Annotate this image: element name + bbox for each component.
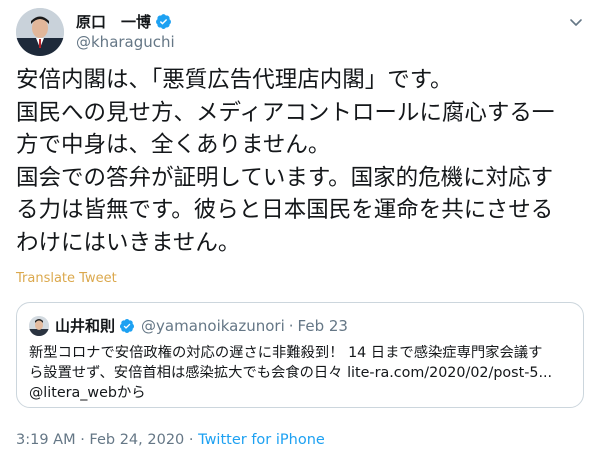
author-avatar[interactable] xyxy=(16,8,64,56)
tweet-text-line: 安倍内閣は、「悪質広告代理店内閣」です。 xyxy=(16,67,453,93)
quoted-tweet[interactable]: 山井和則 @yamanoikazunori · Feb 23 新型コロナで安倍政… xyxy=(16,302,584,408)
quoted-text-line: 新型コロナで安倍政権の対応の遅さに非難殺到！ 14 日まで感染症専門家会議す xyxy=(29,345,543,361)
verified-badge-icon xyxy=(120,318,135,333)
tweet-text-line: 国民への見せ方、メディアコントロールに腐心する一 xyxy=(16,99,555,126)
translate-tweet-link[interactable]: Translate Tweet xyxy=(16,271,117,286)
tweet-text: 安倍内閣は、「悪質広告代理店内閣」です。 国民への見せ方、メディアコントロールに… xyxy=(16,64,586,259)
quoted-author-handle[interactable]: @yamanoikazunori xyxy=(141,317,285,335)
quoted-author-name[interactable]: 山井和則 xyxy=(55,315,115,336)
tweet-text-line: 方で中身は、全くありません。 xyxy=(16,132,331,158)
chevron-down-icon[interactable] xyxy=(568,14,584,30)
tweet-text-line: わけにはいきません。 xyxy=(16,229,241,256)
author-name[interactable]: 原口 一博 xyxy=(76,11,151,32)
tweet-timestamp[interactable]: 3:19 AM · Feb 24, 2020 xyxy=(16,432,184,448)
footer-separator: · xyxy=(184,432,199,448)
avatar-photo-icon xyxy=(29,315,49,336)
verified-badge-icon xyxy=(156,13,171,29)
avatar-photo-icon xyxy=(16,8,64,56)
tweet-source-link[interactable]: Twitter for iPhone xyxy=(198,432,325,448)
quoted-tweet-header: 山井和則 @yamanoikazunori · Feb 23 xyxy=(29,315,348,336)
meta-separator: · xyxy=(288,316,294,335)
quoted-tweet-date[interactable]: Feb 23 xyxy=(298,317,348,335)
author-info: 原口 一博 @kharaguchi xyxy=(76,10,175,52)
tweet-footer: 3:19 AM · Feb 24, 2020 · Twitter for iPh… xyxy=(16,432,325,448)
quoted-tweet-text: 新型コロナで安倍政権の対応の遅さに非難殺到！ 14 日まで感染症専門家会議す ら… xyxy=(29,343,577,403)
quoted-text-line: @litera_webから xyxy=(29,385,146,401)
quoted-author-avatar[interactable] xyxy=(29,315,49,336)
tweet-text-line: 国会での答弁が証明しています。国家的危機に対応す xyxy=(16,164,554,191)
author-handle[interactable]: @kharaguchi xyxy=(76,33,175,51)
quoted-text-line: ら設置せず、安倍首相は感染拡大でも会食の日々 lite-ra.com/2020/… xyxy=(29,365,553,381)
tweet-text-line: る力は皆無です。彼らと日本国民を運命を共にさせる xyxy=(16,197,554,223)
